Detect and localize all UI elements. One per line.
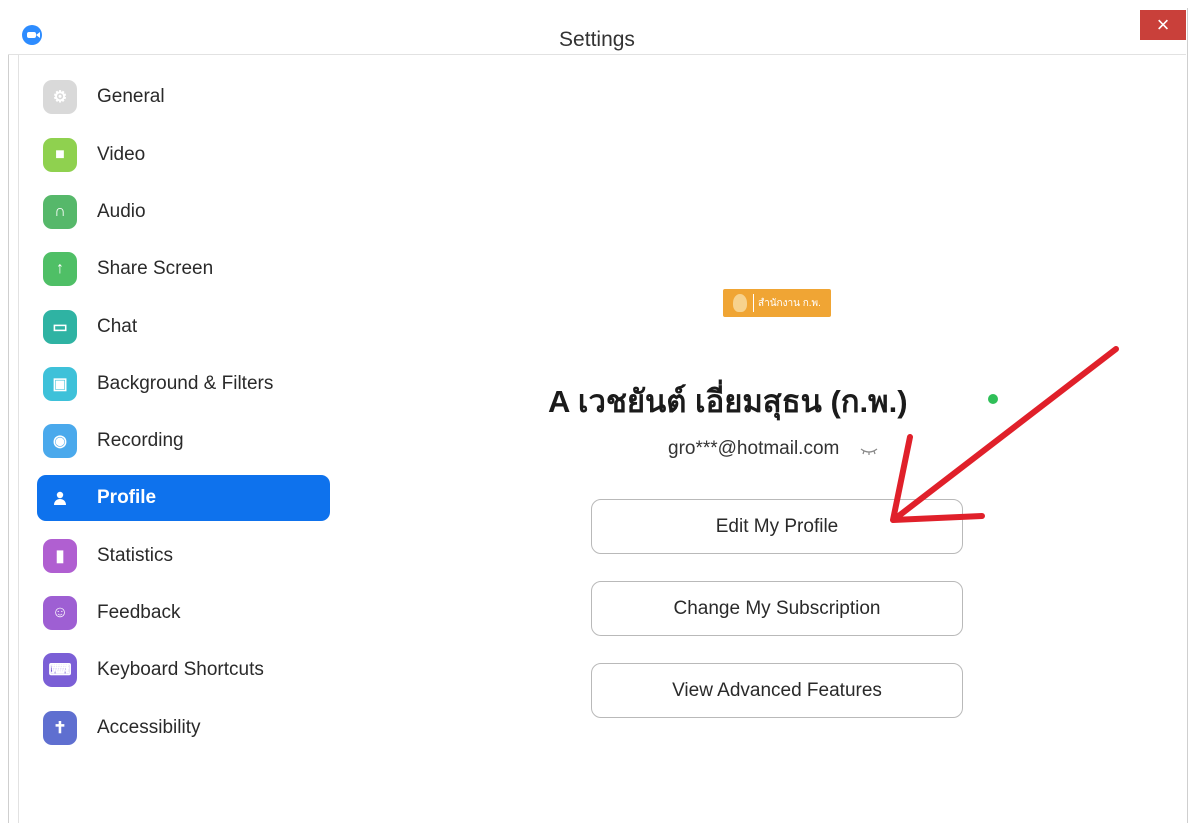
annotation-arrow-icon [890,346,1119,523]
